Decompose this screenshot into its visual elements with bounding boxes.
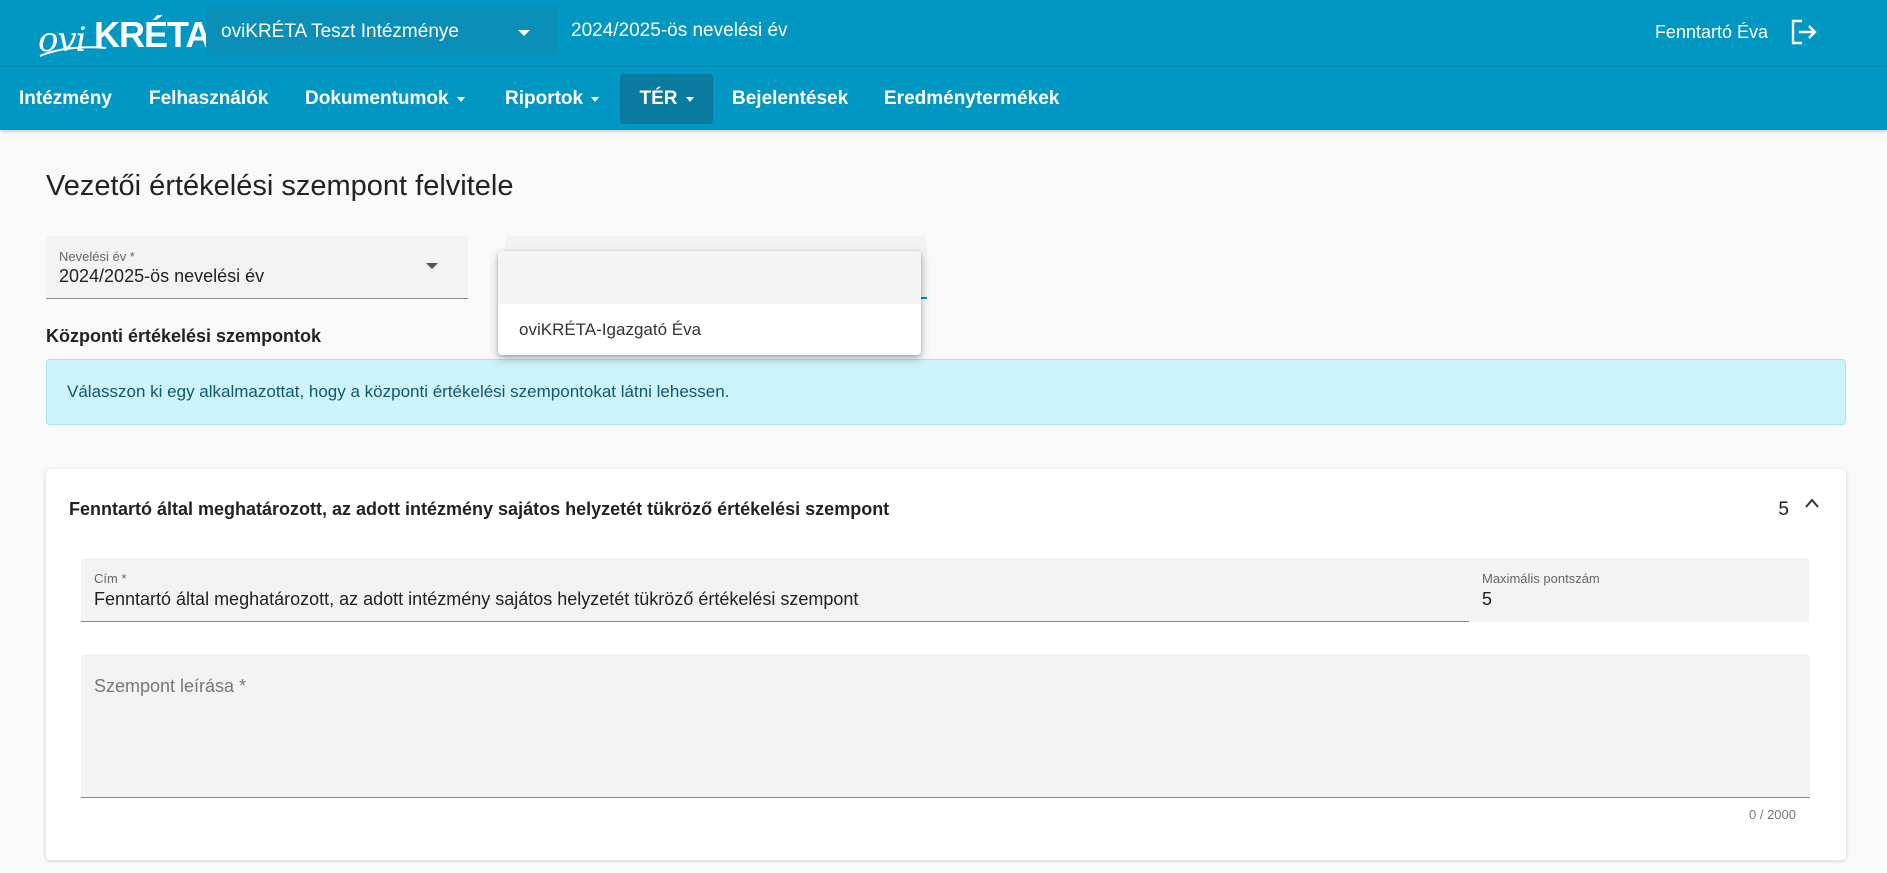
criteria-card-count: 5 bbox=[1778, 499, 1789, 520]
user-name: Fenntartó Éva bbox=[1654, 22, 1768, 42]
nav-label: Riportok bbox=[505, 88, 584, 109]
nav-dokumentumok[interactable]: Dokumentumok bbox=[293, 74, 477, 124]
logo-swoosh-icon bbox=[39, 46, 107, 57]
nav-bejelentesek[interactable]: Bejelentések bbox=[720, 74, 860, 124]
institution-select[interactable]: oviKRÉTA Teszt Intézménye bbox=[206, 8, 558, 56]
criteria-description-placeholder: Szempont leírása * bbox=[94, 676, 247, 696]
max-score-value: 5 bbox=[1482, 589, 1493, 609]
nav-label: Bejelentések bbox=[732, 88, 849, 109]
chevron-down-icon bbox=[518, 30, 530, 36]
nav-intezmeny[interactable]: Intézmény bbox=[7, 74, 124, 124]
central-criteria-heading: Központi értékelési szempontok bbox=[46, 326, 322, 346]
top-bar: ovi KRÉTA oviKRÉTA Teszt Intézménye 2024… bbox=[0, 0, 1887, 66]
main-nav: Intézmény Felhasználók Dokumentumok Ripo… bbox=[0, 66, 1887, 130]
criteria-title-label: Cím * bbox=[94, 571, 127, 586]
logo-kreta-text: KRÉTA bbox=[94, 14, 211, 55]
nav-label: Eredménytermékek bbox=[884, 88, 1060, 109]
caret-down-icon bbox=[591, 96, 600, 102]
criteria-card: Fenntartó által meghatározott, az adott … bbox=[46, 469, 1846, 860]
institution-select-value: oviKRÉTA Teszt Intézménye bbox=[221, 21, 459, 42]
character-counter: 0 / 2000 bbox=[1749, 807, 1796, 822]
logout-icon[interactable] bbox=[1790, 19, 1818, 45]
criteria-title-value: Fenntartó által meghatározott, az adott … bbox=[94, 589, 859, 609]
max-score-field[interactable]: Maximális pontszám 5 bbox=[1469, 558, 1809, 622]
criteria-card-title: Fenntartó által meghatározott, az adott … bbox=[69, 499, 890, 519]
employee-dropdown-menu: oviKRÉTA-Igazgató Éva bbox=[498, 251, 921, 355]
dropdown-option-label: oviKRÉTA-Igazgató Éva bbox=[519, 319, 702, 339]
ovikreta-logo[interactable]: ovi KRÉTA bbox=[38, 6, 211, 62]
dropdown-option-empty[interactable] bbox=[498, 251, 921, 304]
nav-riportok[interactable]: Riportok bbox=[493, 74, 611, 124]
chevron-down-icon bbox=[426, 263, 438, 269]
nav-label: Dokumentumok bbox=[305, 88, 449, 109]
dropdown-option[interactable]: oviKRÉTA-Igazgató Éva bbox=[498, 304, 921, 355]
nav-label: Felhasználók bbox=[149, 88, 269, 109]
nav-label: TÉR bbox=[639, 88, 678, 109]
criteria-description-textarea[interactable]: Szempont leírása * bbox=[81, 654, 1810, 798]
info-alert: Válasszon ki egy alkalmazottat, hogy a k… bbox=[46, 359, 1846, 425]
nav-ter[interactable]: TÉR bbox=[620, 74, 713, 124]
caret-down-icon bbox=[456, 96, 465, 102]
school-year-label: Nevelési év * bbox=[59, 249, 135, 264]
header-school-year: 2024/2025-ös nevelési év bbox=[571, 20, 788, 41]
info-alert-text: Válasszon ki egy alkalmazottat, hogy a k… bbox=[67, 382, 730, 401]
page-title: Vezetői értékelési szempont felvitele bbox=[46, 170, 514, 202]
nav-eredmenytermekek[interactable]: Eredménytermékek bbox=[872, 74, 1071, 124]
school-year-value: 2024/2025-ös nevelési év bbox=[59, 266, 265, 286]
caret-down-icon bbox=[685, 96, 694, 102]
nav-felhasznalok[interactable]: Felhasználók bbox=[137, 74, 280, 124]
chevron-up-icon[interactable] bbox=[1804, 497, 1820, 509]
school-year-select[interactable]: Nevelési év * 2024/2025-ös nevelési év bbox=[46, 236, 468, 299]
max-score-label: Maximális pontszám bbox=[1482, 571, 1600, 586]
criteria-title-field[interactable]: Cím * Fenntartó által meghatározott, az … bbox=[81, 558, 1486, 622]
nav-label: Intézmény bbox=[19, 88, 112, 109]
